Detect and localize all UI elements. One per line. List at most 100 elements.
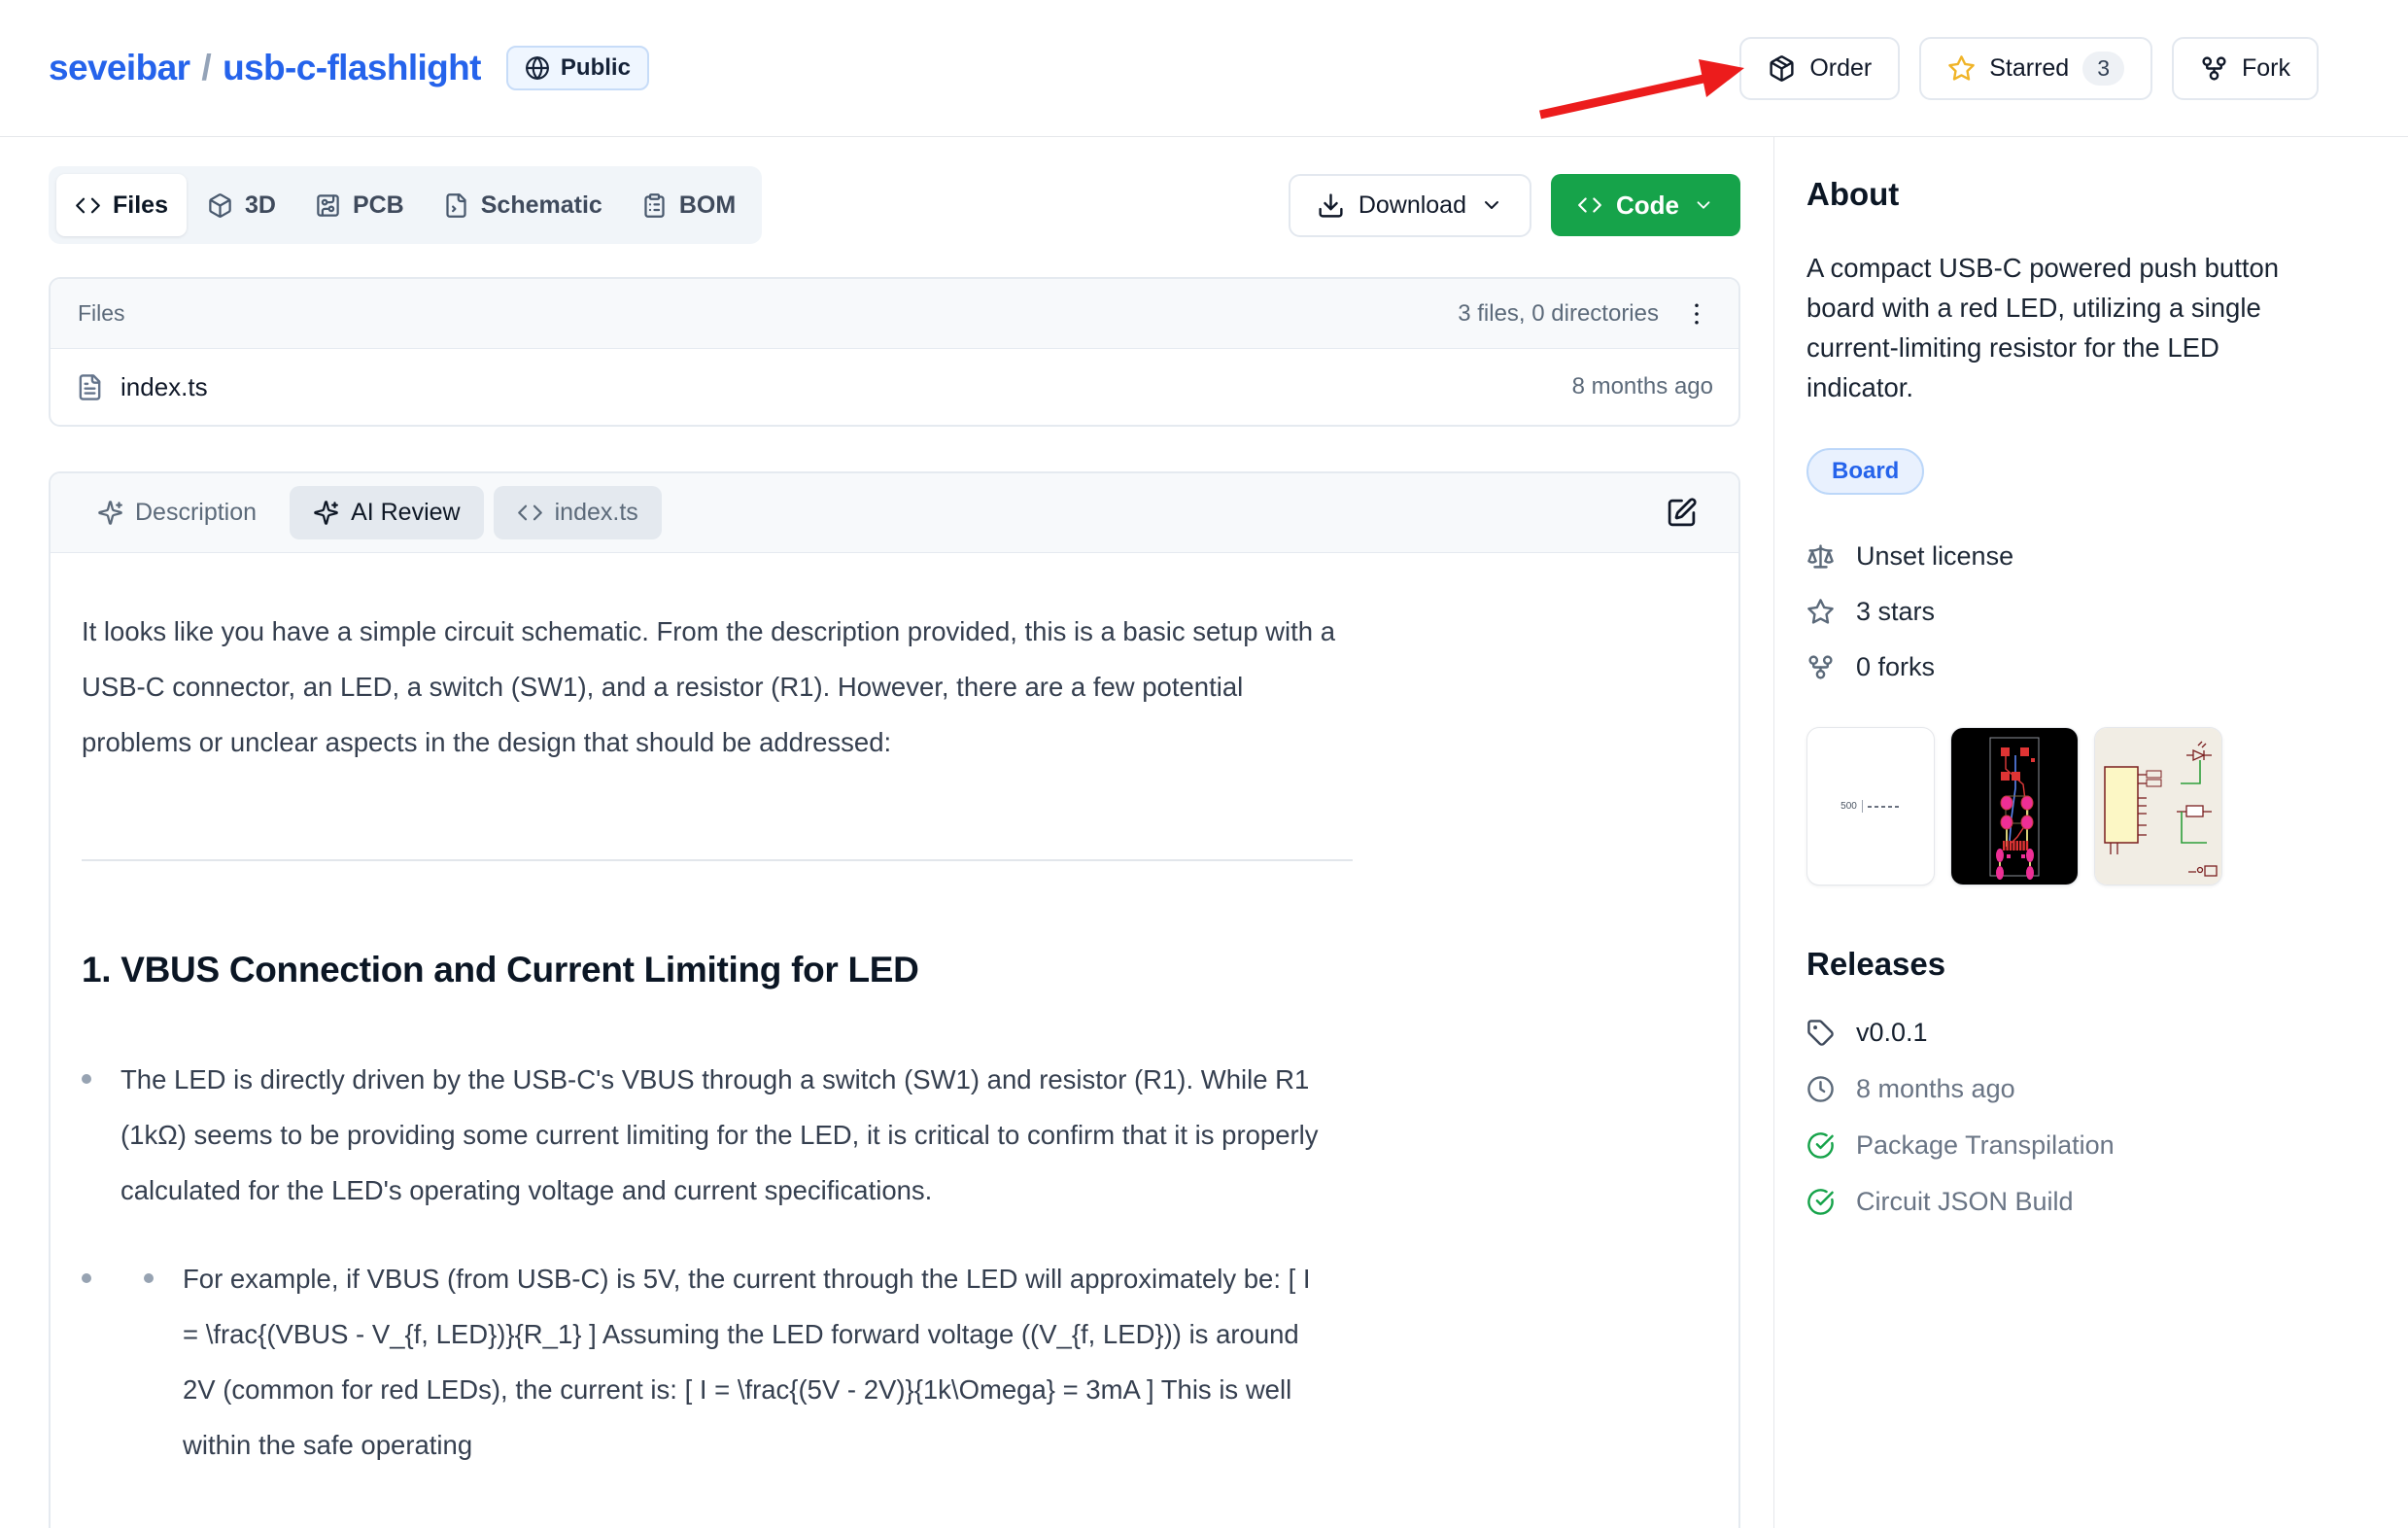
ai-review-content: It looks like you have a simple circuit … — [51, 553, 1359, 1473]
breadcrumb: seveibar / usb-c-flashlight Public — [49, 46, 649, 90]
download-button[interactable]: Download — [1289, 174, 1531, 237]
release-check-label: Circuit JSON Build — [1856, 1187, 2074, 1217]
file-updated: 8 months ago — [1572, 373, 1713, 400]
review-paragraph: It looks like you have a simple circuit … — [82, 604, 1359, 770]
repo-link[interactable]: usb-c-flashlight — [223, 48, 481, 88]
chevron-down-icon — [1480, 193, 1503, 217]
tab-ai-review[interactable]: AI Review — [290, 486, 484, 539]
order-button[interactable]: Order — [1739, 37, 1900, 100]
globe-icon — [525, 55, 550, 81]
tab-bom[interactable]: BOM — [623, 174, 754, 236]
release-check-label: Package Transpilation — [1856, 1130, 2115, 1161]
release-check-circuit-json: Circuit JSON Build — [1806, 1187, 2324, 1217]
review-list: The LED is directly driven by the USB-C'… — [82, 1052, 1359, 1473]
header-actions: Order Starred 3 Fork — [1739, 37, 2319, 100]
file-row[interactable]: index.ts 8 months ago — [51, 349, 1738, 425]
files-summary: 3 files, 0 directories — [1458, 300, 1659, 328]
preview-thumbnails: 500 — [1806, 727, 2324, 886]
forks-label: 0 forks — [1856, 652, 1935, 682]
files-panel-title: Files — [78, 300, 125, 327]
scales-icon — [1806, 542, 1835, 571]
file-name: index.ts — [120, 372, 208, 402]
owner-link[interactable]: seveibar — [49, 48, 189, 88]
star-outline-icon — [1806, 598, 1835, 626]
stars-row: 3 stars — [1806, 597, 2324, 627]
file-icon — [76, 373, 104, 401]
tab-schematic-label: Schematic — [481, 191, 602, 220]
stars-label: 3 stars — [1856, 597, 1935, 627]
star-icon — [1947, 54, 1976, 83]
main-layout: Files 3D PCB Schematic — [0, 137, 2408, 1528]
viewer-panel: Description AI Review index.ts It looks … — [49, 471, 1740, 1528]
tab-3d-label: 3D — [245, 191, 276, 220]
code-icon — [517, 500, 543, 526]
download-icon — [1317, 191, 1345, 220]
forks-row: 0 forks — [1806, 652, 2324, 682]
kebab-menu-icon[interactable] — [1682, 299, 1711, 329]
tab-ai-review-label: AI Review — [351, 499, 461, 527]
tab-files[interactable]: Files — [56, 174, 187, 236]
schematic-file-icon — [443, 192, 469, 219]
package-icon — [1768, 54, 1796, 83]
page-title: seveibar / usb-c-flashlight — [49, 48, 481, 88]
divider — [82, 859, 1353, 861]
breadcrumb-separator: / — [189, 48, 223, 88]
tab-schematic[interactable]: Schematic — [425, 174, 621, 236]
fork-button[interactable]: Fork — [2172, 37, 2319, 100]
thumbnail-pcb-view[interactable] — [1950, 727, 2079, 886]
tab-pcb-label: PCB — [353, 191, 404, 220]
fork-icon — [1806, 653, 1835, 681]
tab-files-label: Files — [113, 191, 168, 220]
board-tag[interactable]: Board — [1806, 448, 1924, 495]
releases-title: Releases — [1806, 946, 2324, 983]
star-count-badge: 3 — [2082, 52, 2124, 86]
release-version[interactable]: v0.0.1 — [1806, 1018, 2324, 1048]
tag-icon — [1806, 1019, 1835, 1047]
edit-icon[interactable] — [1666, 497, 1698, 529]
list-item: The LED is directly driven by the USB-C'… — [120, 1052, 1333, 1218]
check-circle-icon — [1806, 1188, 1835, 1216]
starred-button[interactable]: Starred 3 — [1919, 37, 2152, 100]
about-description: A compact USB-C powered push button boar… — [1806, 248, 2322, 407]
cube-icon — [207, 192, 233, 219]
view-toolbar: Files 3D PCB Schematic — [49, 166, 1740, 244]
view-tabs: Files 3D PCB Schematic — [49, 166, 762, 244]
code-icon — [75, 192, 101, 219]
sparkles-icon — [97, 500, 123, 526]
about-title: About — [1806, 176, 2324, 213]
tab-index-ts-label: index.ts — [555, 499, 638, 527]
pcb-preview-image — [1951, 728, 2079, 886]
chevron-down-icon — [1693, 194, 1714, 216]
files-panel-header: Files 3 files, 0 directories — [51, 279, 1738, 349]
tab-index-ts[interactable]: index.ts — [494, 486, 662, 539]
visibility-badge: Public — [506, 46, 649, 90]
schematic-preview-image — [2095, 728, 2222, 886]
tab-bom-label: BOM — [679, 191, 736, 220]
release-version-label: v0.0.1 — [1856, 1018, 1928, 1048]
release-check-transpilation: Package Transpilation — [1806, 1130, 2324, 1161]
tab-description-label: Description — [135, 499, 257, 527]
code-button[interactable]: Code — [1551, 174, 1740, 236]
tab-pcb[interactable]: PCB — [296, 174, 423, 236]
starred-label: Starred — [1989, 54, 2069, 83]
code-icon — [1577, 192, 1602, 218]
license-row: Unset license — [1806, 541, 2324, 572]
order-label: Order — [1809, 54, 1872, 83]
visibility-label: Public — [561, 54, 631, 82]
download-label: Download — [1359, 191, 1466, 220]
repo-header: seveibar / usb-c-flashlight Public Order… — [0, 0, 2408, 137]
releases-section: Releases v0.0.1 8 months ago Package Tra… — [1806, 946, 2324, 1217]
clock-icon — [1806, 1075, 1835, 1103]
toolbar-actions: Download Code — [1289, 174, 1740, 237]
tab-3d[interactable]: 3D — [189, 174, 294, 236]
tab-description[interactable]: Description — [74, 486, 280, 539]
thumbnail-schematic-view[interactable] — [2094, 727, 2222, 886]
review-heading: 1. VBUS Connection and Current Limiting … — [82, 947, 1359, 993]
license-label: Unset license — [1856, 541, 2013, 572]
thumbnail-3d-view[interactable]: 500 — [1806, 727, 1935, 886]
fork-icon — [2200, 54, 2228, 83]
files-panel: Files 3 files, 0 directories index.ts 8 … — [49, 277, 1740, 427]
code-label: Code — [1616, 191, 1679, 221]
list-item: For example, if VBUS (from USB-C) is 5V,… — [120, 1251, 1333, 1473]
fork-label: Fork — [2242, 54, 2290, 83]
